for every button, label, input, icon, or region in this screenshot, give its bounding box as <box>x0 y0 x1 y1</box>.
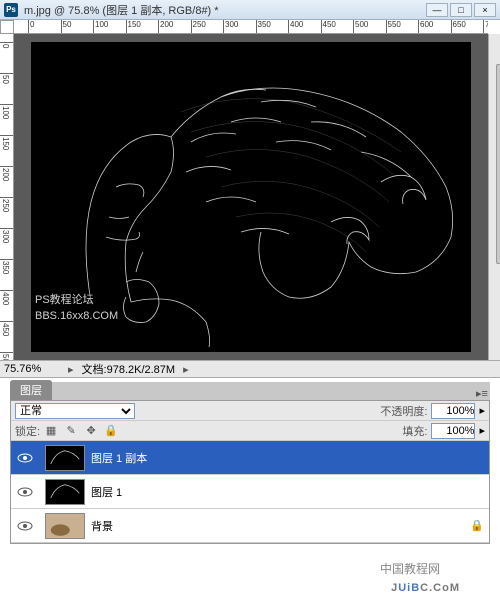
layer-name[interactable]: 图层 1 副本 <box>91 450 465 466</box>
zoom-arrow-icon[interactable]: ▸ <box>68 363 74 376</box>
ruler-horizontal[interactable]: 0501001502002503003504004505005506006507… <box>14 20 488 34</box>
lock-all-icon[interactable]: 🔒 <box>104 424 118 438</box>
blend-mode-select[interactable]: 正常 <box>15 403 135 419</box>
visibility-toggle[interactable] <box>11 521 39 531</box>
panel-tab-bar: 图层 ▸≡ <box>10 382 490 400</box>
canvas-scrollbar-vertical[interactable] <box>488 34 500 360</box>
opacity-arrow-icon[interactable]: ▸ <box>479 404 485 417</box>
panel-menu-icon[interactable]: ▸≡ <box>474 387 490 400</box>
status-bar: 75.76% ▸ 文档:978.2K/2.87M ▸ <box>0 360 500 378</box>
ruler-origin[interactable] <box>0 20 14 34</box>
watermark-line1: PS教程论坛 <box>35 292 118 308</box>
opacity-input[interactable] <box>431 403 475 419</box>
minimize-button[interactable]: — <box>426 3 448 17</box>
scrollbar-thumb[interactable] <box>496 64 500 264</box>
layers-panel: 正常 不透明度: ▸ 锁定: ▦ ✎ ✥ 🔒 填充: ▸ 图层 1 副本 图层 … <box>10 400 490 544</box>
lock-transparency-icon[interactable]: ▦ <box>44 424 58 438</box>
opacity-label: 不透明度: <box>380 403 427 419</box>
document-title: m.jpg @ 75.8% (图层 1 副本, RGB/8#) * <box>24 2 219 18</box>
close-button[interactable]: × <box>474 3 496 17</box>
document-info: 文档:978.2K/2.87M <box>82 361 176 377</box>
ruler-vertical[interactable]: 050100150200250300350400450500 <box>0 34 14 360</box>
fill-input[interactable] <box>431 423 475 439</box>
document-image[interactable]: PS教程论坛 BBS.16xx8.COM <box>31 42 471 352</box>
lock-paint-icon[interactable]: ✎ <box>64 424 78 438</box>
layer-name[interactable]: 图层 1 <box>91 484 465 500</box>
zoom-level[interactable]: 75.76% <box>4 363 60 375</box>
app-icon: Ps <box>4 3 18 17</box>
blend-opacity-row: 正常 不透明度: ▸ <box>11 401 489 421</box>
info-arrow-icon[interactable]: ▸ <box>183 363 189 376</box>
layer-row[interactable]: 图层 1 <box>11 475 489 509</box>
layer-thumbnail[interactable] <box>45 445 85 471</box>
lock-fill-row: 锁定: ▦ ✎ ✥ 🔒 填充: ▸ <box>11 421 489 441</box>
lock-label: 锁定: <box>15 423 40 439</box>
fill-arrow-icon[interactable]: ▸ <box>479 424 485 437</box>
maximize-button[interactable]: □ <box>450 3 472 17</box>
layer-thumbnail[interactable] <box>45 479 85 505</box>
canvas-area[interactable]: PS教程论坛 BBS.16xx8.COM <box>14 34 488 360</box>
layer-name[interactable]: 背景 <box>91 518 465 534</box>
visibility-toggle[interactable] <box>11 453 39 463</box>
fill-label: 填充: <box>402 423 427 439</box>
tab-layers[interactable]: 图层 <box>10 380 52 400</box>
visibility-toggle[interactable] <box>11 487 39 497</box>
watermark-line2: BBS.16xx8.COM <box>35 308 118 324</box>
layer-row[interactable]: 图层 1 副本 <box>11 441 489 475</box>
layer-thumbnail[interactable] <box>45 513 85 539</box>
layer-row[interactable]: 背景 🔒 <box>11 509 489 543</box>
lock-position-icon[interactable]: ✥ <box>84 424 98 438</box>
tutorial-watermark: PS教程论坛 BBS.16xx8.COM <box>35 292 118 324</box>
title-bar: Ps m.jpg @ 75.8% (图层 1 副本, RGB/8#) * — □… <box>0 0 500 20</box>
layers-list: 图层 1 副本 图层 1 背景 🔒 <box>11 441 489 543</box>
layer-lock-icon[interactable]: 🔒 <box>465 519 489 532</box>
lock-buttons: ▦ ✎ ✥ 🔒 <box>44 424 118 438</box>
footer-watermark: JUiBC.CoM <box>391 574 460 597</box>
window-buttons: — □ × <box>426 3 496 17</box>
